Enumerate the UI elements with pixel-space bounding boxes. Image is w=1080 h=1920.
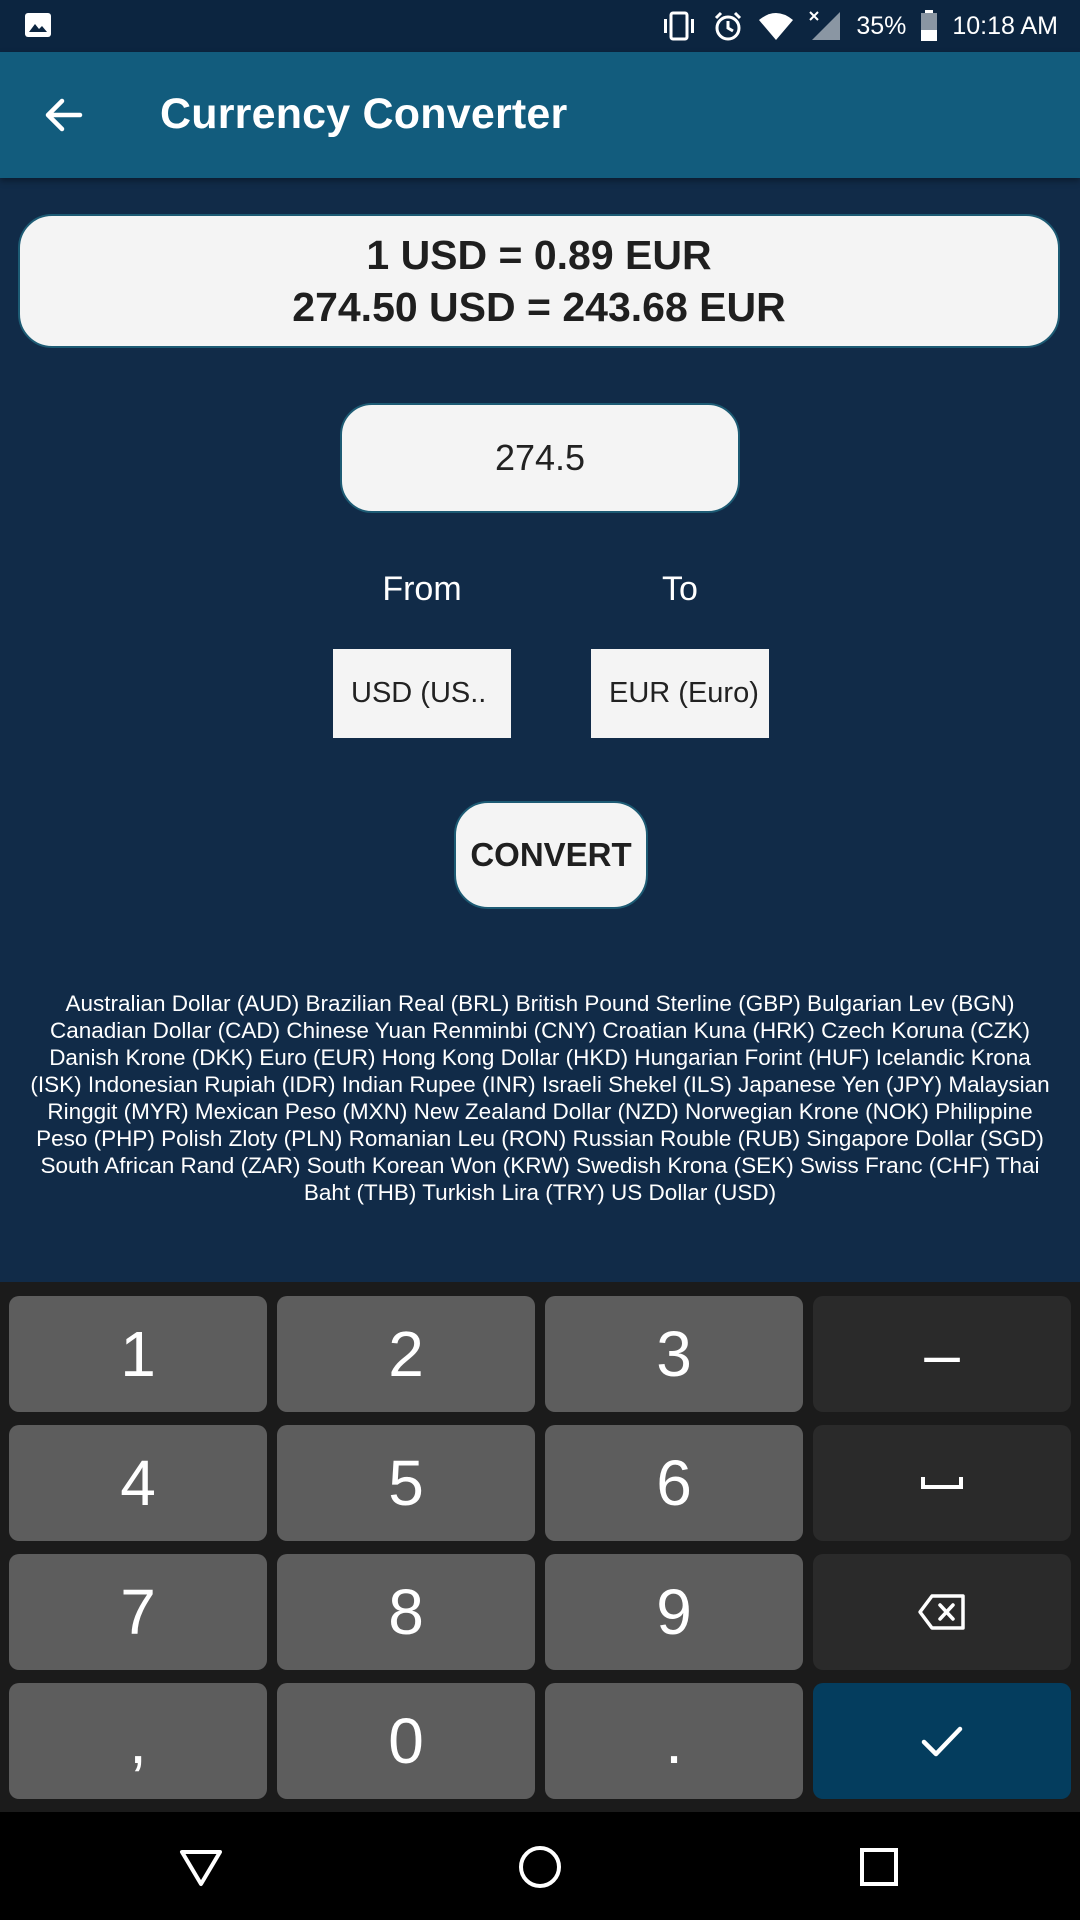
clock: 10:18 AM [952,11,1058,40]
back-triangle-icon[interactable] [174,1840,228,1894]
from-currency-select[interactable]: USD (US.. [333,649,511,738]
home-circle-icon[interactable] [513,1840,567,1894]
convert-button[interactable]: CONVERT [454,801,648,909]
recents-square-icon[interactable] [852,1840,906,1894]
key-8[interactable]: 8 [277,1554,535,1670]
key-space[interactable] [813,1425,1071,1541]
key-0[interactable]: 0 [277,1683,535,1799]
numeric-keyboard: 1 2 3 – 4 5 6 7 8 9 , 0 . [0,1282,1080,1812]
page-title: Currency Converter [160,90,568,138]
vibrate-icon [660,11,698,41]
conversion-result: 1 USD = 0.89 EUR 274.50 USD = 243.68 EUR [18,214,1060,348]
key-6[interactable]: 6 [545,1425,803,1541]
amount-input[interactable]: 274.5 [340,403,740,513]
key-period[interactable]: . [545,1683,803,1799]
key-2[interactable]: 2 [277,1296,535,1412]
status-bar: 35% 10:18 AM [0,0,1080,52]
currency-list: Australian Dollar (AUD) Brazilian Real (… [30,991,1050,1205]
space-icon [921,1477,963,1489]
signal-icon [808,10,842,42]
battery-percent: 35% [856,11,907,40]
key-3[interactable]: 3 [545,1296,803,1412]
to-label: To [662,570,698,608]
key-1[interactable]: 1 [9,1296,267,1412]
check-icon [921,1726,963,1757]
key-9[interactable]: 9 [545,1554,803,1670]
converted-amount-text: 274.50 USD = 243.68 EUR [292,284,786,330]
key-done[interactable] [813,1683,1071,1799]
key-minus[interactable]: – [813,1296,1071,1412]
key-7[interactable]: 7 [9,1554,267,1670]
back-arrow-icon[interactable] [40,92,86,138]
battery-icon [920,10,938,42]
backspace-icon [918,1594,965,1630]
alarm-icon [712,10,744,42]
wifi-icon [758,11,794,41]
key-backspace[interactable] [813,1554,1071,1670]
app-bar: Currency Converter [0,52,1080,178]
key-comma[interactable]: , [9,1683,267,1799]
key-4[interactable]: 4 [9,1425,267,1541]
navigation-bar [0,1812,1080,1920]
exchange-rate-text: 1 USD = 0.89 EUR [366,232,712,278]
image-icon [24,12,52,38]
to-currency-select[interactable]: EUR (Euro) [591,649,769,738]
key-5[interactable]: 5 [277,1425,535,1541]
from-label: From [382,570,462,608]
